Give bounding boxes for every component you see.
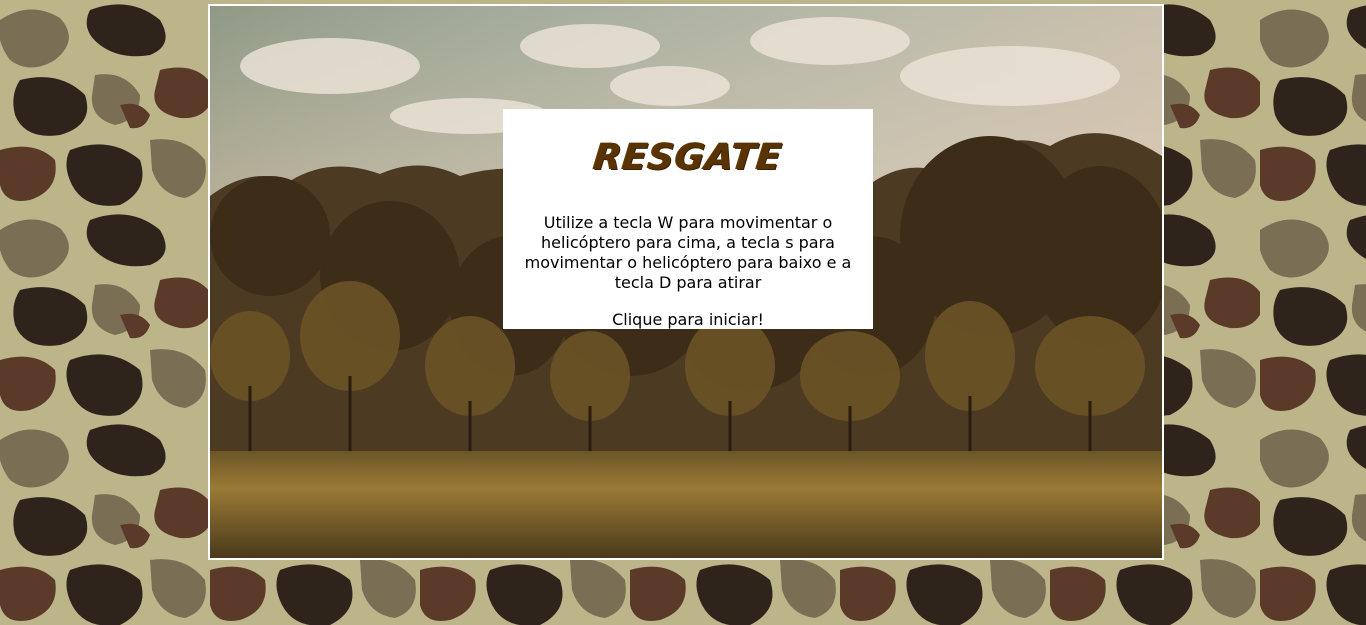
start-prompt[interactable]: Clique para iniciar! xyxy=(503,310,873,330)
start-dialog[interactable]: RESGATE Utilize a tecla W para movimenta… xyxy=(503,109,873,329)
game-title: RESGATE xyxy=(591,137,785,178)
game-canvas[interactable]: RESGATE Utilize a tecla W para movimenta… xyxy=(208,4,1164,560)
instructions-text: Utilize a tecla W para movimentar o heli… xyxy=(524,213,852,292)
